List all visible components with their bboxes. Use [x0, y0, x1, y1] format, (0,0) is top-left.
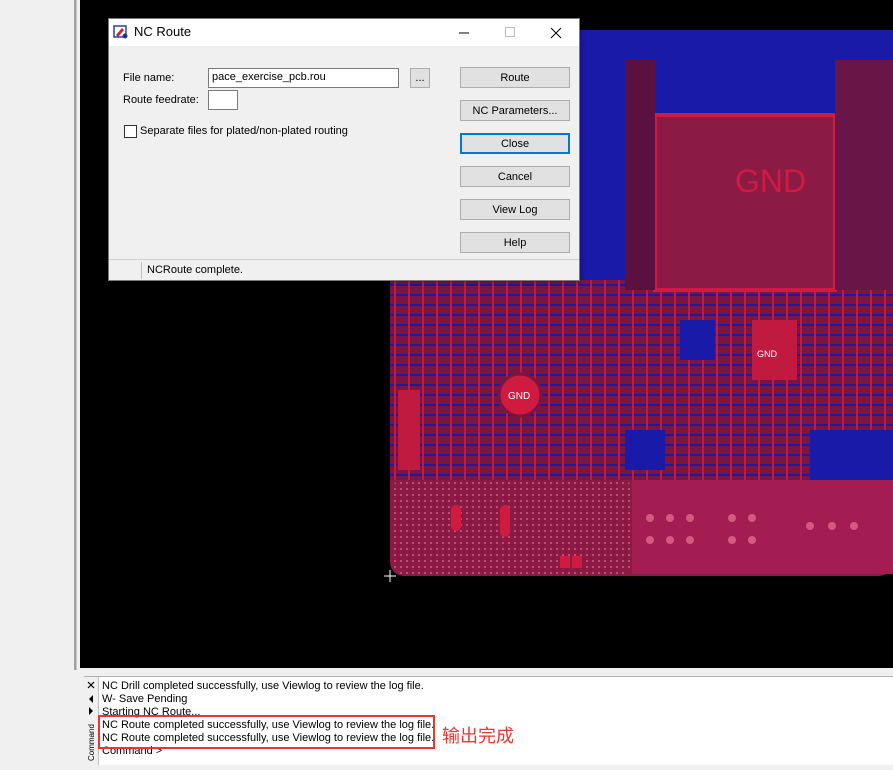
close-button[interactable]: Close — [460, 133, 570, 154]
output-done-annotation: 输出完成 — [442, 726, 514, 747]
separate-files-label: Separate files for plated/non-plated rou… — [140, 125, 348, 137]
cancel-button[interactable]: Cancel — [460, 166, 570, 187]
file-name-input[interactable]: pace_exercise_pcb.rou — [208, 68, 399, 88]
view-log-button[interactable]: View Log — [460, 199, 570, 220]
browse-button[interactable]: ... — [410, 68, 430, 88]
route-feedrate-input[interactable] — [208, 90, 238, 110]
nc-route-app-icon — [113, 25, 128, 39]
output-highlight-box — [98, 715, 435, 749]
help-button[interactable]: Help — [460, 232, 570, 253]
command-line-2: W- Save Pending — [102, 693, 188, 705]
status-text: NCRoute complete. — [147, 264, 243, 276]
command-side-label: Command — [87, 724, 96, 761]
dialog-statusbar: NCRoute complete. — [109, 259, 579, 281]
maximize-icon — [504, 27, 515, 37]
route-feedrate-label: Route feedrate: — [123, 94, 199, 106]
separate-files-checkbox[interactable] — [124, 125, 137, 138]
command-window-controls: Command — [87, 681, 96, 761]
route-button[interactable]: Route — [460, 67, 570, 88]
nc-route-dialog: NC Route File name: pace_exercise_pcb.ro… — [108, 18, 580, 281]
minimize-icon — [458, 32, 469, 34]
dialog-title: NC Route — [134, 24, 192, 39]
nc-parameters-button[interactable]: NC Parameters... — [460, 100, 570, 121]
close-icon — [550, 27, 562, 38]
dialog-titlebar[interactable]: NC Route — [109, 19, 579, 46]
file-name-label: File name: — [123, 72, 175, 84]
close-window-button[interactable] — [533, 19, 579, 46]
command-line-1: NC Drill completed successfully, use Vie… — [102, 680, 424, 692]
command-window-sidebar: Command — [84, 677, 99, 765]
maximize-button[interactable] — [487, 19, 533, 46]
minimize-button[interactable] — [441, 19, 487, 46]
